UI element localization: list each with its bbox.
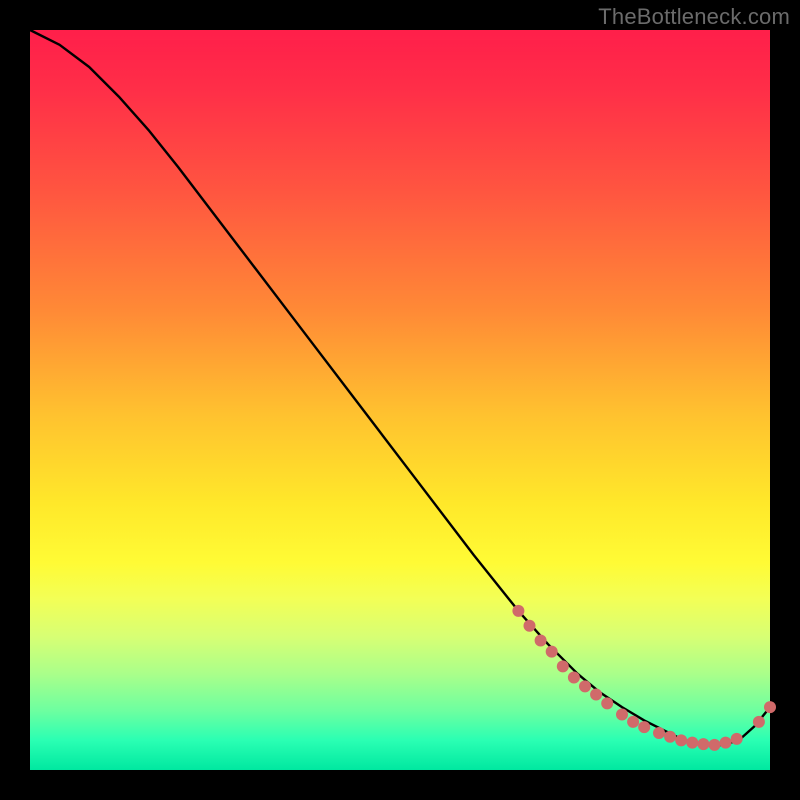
data-marker [653, 727, 665, 739]
data-marker [524, 620, 536, 632]
data-marker [731, 733, 743, 745]
data-marker [601, 697, 613, 709]
data-marker [720, 737, 732, 749]
data-marker [616, 709, 628, 721]
marker-group [512, 605, 776, 751]
data-marker [512, 605, 524, 617]
data-marker [568, 672, 580, 684]
data-marker [546, 646, 558, 658]
data-marker [627, 716, 639, 728]
data-marker [764, 701, 776, 713]
plot-area [30, 30, 770, 770]
data-marker [638, 721, 650, 733]
data-marker [557, 660, 569, 672]
data-marker [675, 734, 687, 746]
chart-frame: TheBottleneck.com [0, 0, 800, 800]
data-marker [535, 635, 547, 647]
watermark-text: TheBottleneck.com [598, 4, 790, 30]
data-marker [686, 737, 698, 749]
data-marker [697, 738, 709, 750]
bottleneck-curve [30, 30, 770, 746]
data-marker [753, 716, 765, 728]
data-marker [709, 739, 721, 751]
data-marker [590, 689, 602, 701]
data-marker [579, 680, 591, 692]
chart-svg [30, 30, 770, 770]
data-marker [664, 731, 676, 743]
